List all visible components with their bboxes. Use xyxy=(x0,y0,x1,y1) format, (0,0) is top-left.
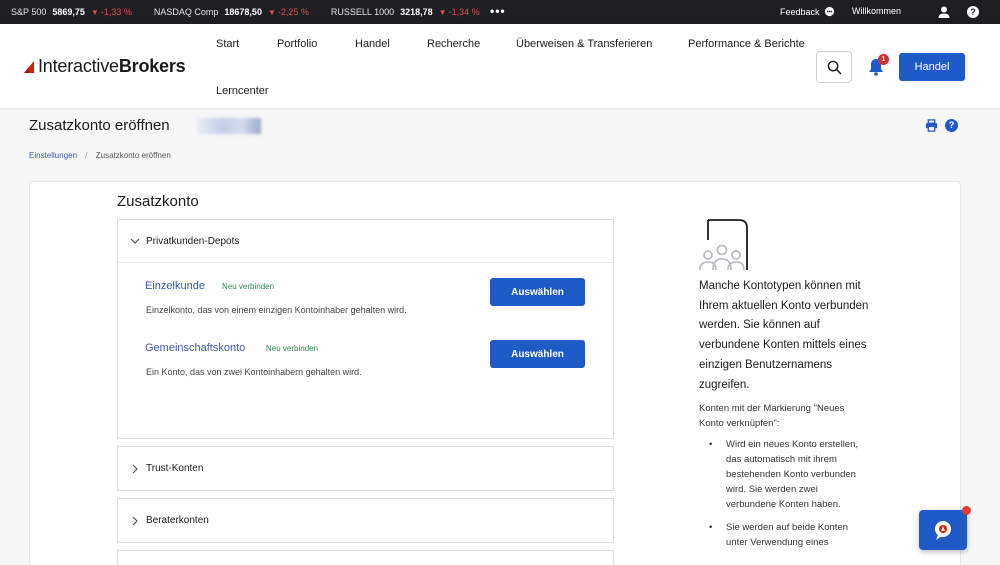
down-arrow-icon: ▼ xyxy=(438,7,447,17)
feedback-label: Feedback xyxy=(780,6,820,17)
ticker-item[interactable]: S&P 500 5869,75 ▼ -1,33 % xyxy=(11,7,132,17)
nav-recherche[interactable]: Recherche xyxy=(427,38,480,50)
panel-header-private[interactable]: Privatkunden-Depots xyxy=(118,220,613,263)
chevron-right-icon xyxy=(132,464,138,473)
breadcrumb-link-settings[interactable]: Einstellungen xyxy=(29,151,77,160)
nav-start[interactable]: Start xyxy=(216,38,239,50)
down-arrow-icon: ▼ xyxy=(267,7,276,17)
linked-users-document-icon xyxy=(699,219,748,271)
breadcrumb: Einstellungen / Zusatzkonto eröffnen xyxy=(29,151,171,160)
ticker-change: -2,25 % xyxy=(277,7,309,17)
list-item: Wird ein neues Konto erstellen, das auto… xyxy=(709,437,869,512)
select-button-gemeinschaftskonto[interactable]: Auswählen xyxy=(490,340,585,368)
info-main-text: Manche Kontotypen können mit Ihrem aktue… xyxy=(699,280,869,391)
panel-private-accounts: Privatkunden-Depots xyxy=(117,219,614,439)
ib-logo[interactable]: InteractiveBrokers xyxy=(22,56,186,77)
chat-assistant-button[interactable] xyxy=(919,510,967,550)
select-button-einzelkunde[interactable]: Auswählen xyxy=(490,278,585,306)
new-link-badge: Neu verbinden xyxy=(266,344,319,353)
nav-portfolio[interactable]: Portfolio xyxy=(277,38,317,50)
feedback-link[interactable]: Feedback xyxy=(780,6,835,17)
chevron-down-icon xyxy=(130,238,140,244)
ib-logo-mark-icon xyxy=(24,60,34,73)
section-title: Zusatzkonto xyxy=(117,193,199,210)
panel-more-accounts[interactable] xyxy=(117,550,614,565)
ticker-item[interactable]: RUSSELL 1000 3218,78 ▼ -1,34 % xyxy=(331,7,480,17)
panel-trust-accounts[interactable]: Trust-Konten xyxy=(117,446,614,491)
redacted-account-name xyxy=(197,118,261,134)
nav-handel[interactable]: Handel xyxy=(355,38,390,50)
info-bullet-list: Wird ein neues Konto erstellen, das auto… xyxy=(709,437,869,558)
nav-transfer[interactable]: Überweisen & Transferieren xyxy=(516,38,652,50)
panel-label: Beraterkonten xyxy=(146,515,209,526)
nav-performance[interactable]: Performance & Berichte xyxy=(688,38,805,50)
ticker-value: 18678,50 xyxy=(224,7,262,17)
page-title: Zusatzkonto eröffnen xyxy=(29,117,170,134)
main-header: InteractiveBrokers Start Portfolio Hande… xyxy=(0,24,1000,108)
account-description: Einzelkonto, das von einem einzigen Kont… xyxy=(146,305,407,315)
help-circle-icon[interactable]: ? xyxy=(945,119,958,132)
ticker-name: NASDAQ Comp xyxy=(153,7,219,17)
chat-bubble-icon xyxy=(824,6,834,17)
ticker-value: 3218,78 xyxy=(400,7,433,17)
help-icon[interactable]: ? xyxy=(967,6,979,18)
new-link-badge: Neu verbinden xyxy=(222,282,275,291)
search-button[interactable] xyxy=(816,51,852,83)
ticker-item[interactable]: NASDAQ Comp 18678,50 ▼ -2,25 % xyxy=(154,7,309,17)
print-icon[interactable] xyxy=(925,119,938,132)
panel-header-trust[interactable]: Trust-Konten xyxy=(118,447,613,490)
chevron-right-icon xyxy=(132,516,138,525)
ticker-bar: S&P 500 5869,75 ▼ -1,33 % NASDAQ Comp 18… xyxy=(0,0,1000,24)
breadcrumb-current: Zusatzkonto eröffnen xyxy=(95,151,171,160)
welcome-text: Willkommen xyxy=(852,6,902,16)
panel-label: Trust-Konten xyxy=(146,463,204,474)
handel-button[interactable]: Handel xyxy=(899,53,965,81)
ticker-change: -1,33 % xyxy=(100,7,132,17)
ticker-value: 5869,75 xyxy=(52,7,85,17)
logo-text: InteractiveBrokers xyxy=(38,56,186,76)
nav-lerncenter[interactable]: Lerncenter xyxy=(216,85,269,97)
breadcrumb-separator: / xyxy=(85,151,88,160)
list-item: Sie werden auf beide Konten unter Verwen… xyxy=(709,520,869,550)
user-icon[interactable] xyxy=(937,5,951,19)
down-arrow-icon: ▼ xyxy=(90,7,99,17)
search-icon xyxy=(827,60,841,74)
account-title-gemeinschaftskonto[interactable]: Gemeinschaftskonto xyxy=(145,342,245,354)
notification-badge: 1 xyxy=(878,54,889,65)
account-description: Ein Konto, das von zwei Kontoinhabern ge… xyxy=(146,367,362,377)
chat-notification-dot xyxy=(962,506,971,515)
panel-header-advisor[interactable]: Beraterkonten xyxy=(118,499,613,542)
panel-label: Privatkunden-Depots xyxy=(146,235,240,247)
account-title-einzelkunde[interactable]: Einzelkunde xyxy=(145,280,205,292)
info-sub-text: Konten mit der Markierung "Neues Konto v… xyxy=(699,403,845,429)
more-menu-icon[interactable]: ••• xyxy=(490,4,506,18)
ticker-name: S&P 500 xyxy=(11,7,47,17)
ticker-name: RUSSELL 1000 xyxy=(330,7,395,17)
ticker-change: -1,34 % xyxy=(448,7,480,17)
panel-advisor-accounts[interactable]: Beraterkonten xyxy=(117,498,614,543)
chat-assistant-icon xyxy=(935,521,951,540)
